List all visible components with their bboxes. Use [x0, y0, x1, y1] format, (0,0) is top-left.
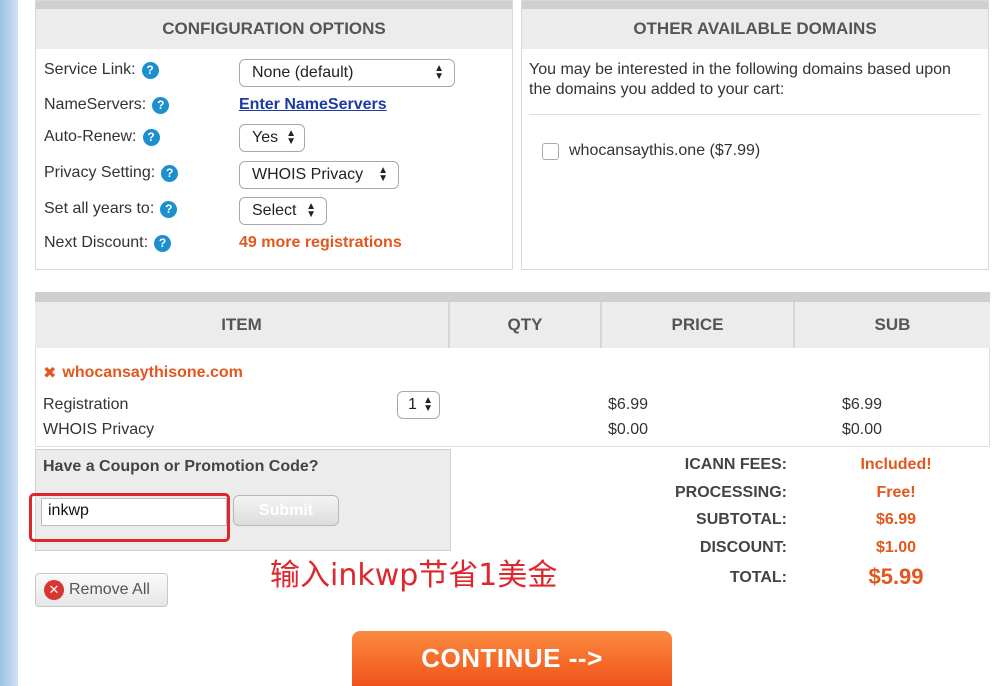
privacy-setting-select[interactable]: WHOIS Privacy ▲ ▼ — [239, 161, 399, 189]
other-domains-panel: OTHER AVAILABLE DOMAINS You may be inter… — [521, 0, 989, 270]
other-domains-title: OTHER AVAILABLE DOMAINS — [522, 1, 988, 49]
next-discount-label: Next Discount: — [44, 234, 149, 251]
help-icon[interactable]: ? — [160, 200, 178, 218]
select-arrows-icon: ▲ ▼ — [378, 165, 388, 184]
auto-renew-value: Yes — [252, 129, 279, 146]
cart-domain-row: ✖ whocansaythisone.com — [43, 363, 243, 383]
nameservers-label: NameServers: — [44, 96, 147, 113]
configuration-options-panel: CONFIGURATION OPTIONS Service Link: ? No… — [35, 0, 513, 270]
set-years-value: Select — [252, 202, 297, 219]
coupon-title: Have a Coupon or Promotion Code? — [43, 458, 319, 475]
icann-fees-value: Included! — [860, 456, 932, 473]
registration-price: $6.99 — [608, 396, 649, 413]
processing-value: Free! — [876, 484, 916, 501]
service-link-value: None (default) — [252, 64, 354, 81]
column-header-sub: SUB — [795, 302, 990, 348]
set-years-select[interactable]: Select ▲ ▼ — [239, 197, 327, 225]
divider — [529, 114, 981, 115]
subtotal-value: $6.99 — [875, 511, 917, 528]
select-arrows-icon: ▲ ▼ — [286, 128, 297, 147]
auto-renew-select[interactable]: Yes ▲ ▼ — [239, 124, 305, 152]
total-label: TOTAL: — [729, 569, 787, 586]
select-arrows-icon: ▲ ▼ — [306, 201, 316, 220]
discount-label: DISCOUNT: — [699, 539, 787, 556]
next-discount-value: 49 more registrations — [239, 234, 402, 251]
coupon-submit-button[interactable]: Submit — [233, 495, 339, 526]
domain-suggestion-item[interactable]: whocansaythis.one ($7.99) — [542, 142, 760, 160]
service-link-select[interactable]: None (default) ▲ ▼ — [239, 59, 455, 87]
auto-renew-label: Auto-Renew: — [44, 128, 137, 145]
line-item-whois-privacy: WHOIS Privacy — [43, 421, 155, 438]
service-link-label: Service Link: — [44, 61, 136, 78]
column-header-price: PRICE — [602, 302, 795, 348]
qty-value: 1 — [408, 396, 417, 413]
help-icon[interactable]: ? — [142, 128, 160, 146]
icann-fees-label: ICANN FEES: — [684, 456, 787, 473]
help-icon[interactable]: ? — [152, 96, 170, 114]
enter-nameservers-link[interactable]: Enter NameServers — [239, 96, 387, 114]
service-link-row: Service Link: ? — [44, 61, 159, 79]
continue-button[interactable]: CONTINUE --> — [352, 631, 672, 686]
registration-sub: $6.99 — [842, 396, 883, 413]
remove-item-icon[interactable]: ✖ — [43, 363, 56, 383]
nameservers-row: NameServers: ? — [44, 96, 170, 114]
remove-icon: ✕ — [44, 580, 64, 600]
discount-value: $1.00 — [875, 539, 917, 556]
domain-checkbox[interactable] — [542, 142, 559, 160]
set-years-label: Set all years to: — [44, 200, 155, 217]
cart-domain-name: whocansaythisone.com — [62, 364, 243, 381]
select-arrows-icon: ▲ ▼ — [423, 395, 433, 414]
whois-sub: $0.00 — [842, 421, 883, 438]
help-icon[interactable]: ? — [141, 61, 159, 79]
set-years-row: Set all years to: ? — [44, 200, 178, 218]
line-item-registration: Registration — [43, 396, 129, 413]
domain-suggestion-label: whocansaythis.one ($7.99) — [569, 142, 761, 159]
whois-price: $0.00 — [608, 421, 649, 438]
total-value: $5.99 — [868, 564, 924, 589]
column-header-qty: QTY — [450, 302, 602, 348]
subtotal-label: SUBTOTAL: — [696, 511, 787, 528]
auto-renew-row: Auto-Renew: ? — [44, 128, 160, 146]
help-icon[interactable]: ? — [154, 234, 172, 252]
remove-all-button[interactable]: ✕ Remove All — [35, 573, 168, 607]
cart-table-header: ITEM QTY PRICE SUB — [35, 292, 990, 348]
help-icon[interactable]: ? — [161, 164, 179, 182]
annotation-text: 输入inkwp节省1美金 — [270, 558, 558, 593]
next-discount-row: Next Discount: ? — [44, 234, 172, 252]
privacy-setting-value: WHOIS Privacy — [252, 166, 364, 183]
privacy-setting-label: Privacy Setting: — [44, 164, 156, 181]
processing-label: PROCESSING: — [674, 484, 787, 501]
qty-select[interactable]: 1 ▲ ▼ — [397, 391, 440, 419]
remove-all-label: Remove All — [69, 581, 150, 598]
configuration-options-title: CONFIGURATION OPTIONS — [36, 1, 512, 49]
privacy-setting-row: Privacy Setting: ? — [44, 164, 179, 182]
coupon-code-input[interactable]: inkwp — [41, 498, 227, 526]
left-background-strip — [0, 0, 18, 686]
column-header-item: ITEM — [35, 302, 450, 348]
domains-intro-text: You may be interested in the following d… — [529, 61, 951, 98]
select-arrows-icon: ▲ ▼ — [434, 63, 444, 82]
